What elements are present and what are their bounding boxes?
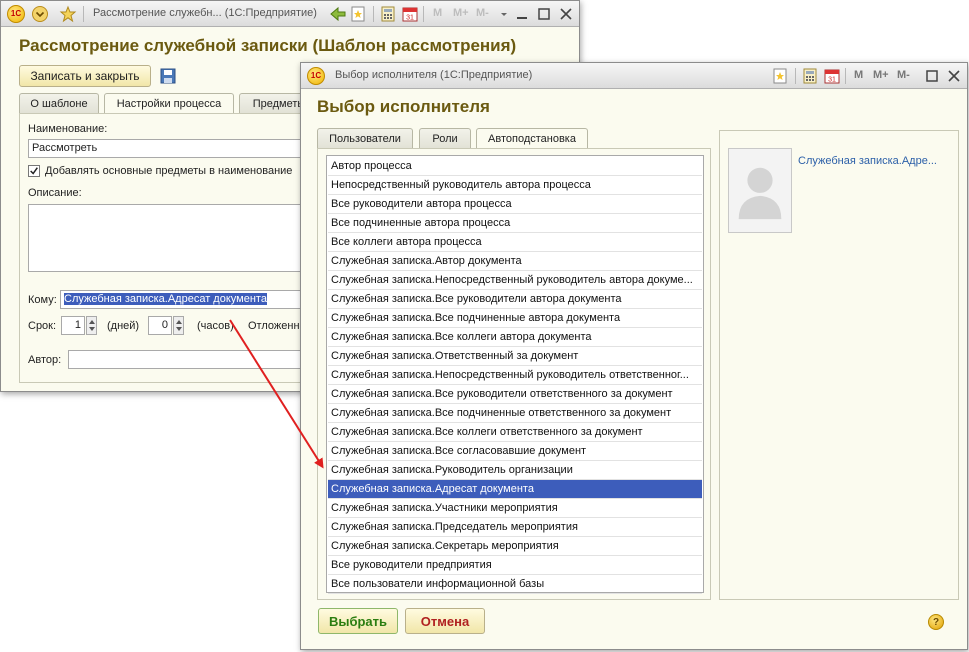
list-item[interactable]: Служебная записка.Все подчиненные ответс… (328, 404, 702, 423)
list-item[interactable]: Все руководители предприятия (328, 556, 702, 575)
maximize-icon[interactable] (923, 67, 941, 85)
list-item[interactable]: Служебная записка.Все подчиненные автора… (328, 309, 702, 328)
background-window-title: Рассмотрение служебн... (1С:Предприятие) (93, 7, 317, 19)
list-item[interactable]: Служебная записка.Непосредственный руков… (328, 366, 702, 385)
auto-substitution-panel: Автор процесса Непосредственный руководит… (317, 148, 711, 600)
list-item[interactable]: Служебная записка.Все коллеги ответствен… (328, 423, 702, 442)
list-item[interactable]: Служебная записка.Адресат документа (328, 480, 702, 499)
to-field-value: Служебная записка.Адресат документа (64, 293, 267, 305)
svg-text:31: 31 (406, 15, 414, 22)
favorites-list-icon[interactable] (349, 5, 367, 23)
tab-about-template[interactable]: О шаблоне (19, 93, 99, 113)
executor-heading: Выбор исполнителя (317, 97, 490, 116)
name-label: Наименование: (28, 123, 108, 135)
cancel-button[interactable]: Отмена (405, 608, 485, 634)
tab-process-settings[interactable]: Настройки процесса (104, 93, 234, 114)
app-logo-icon: 1С (7, 5, 25, 23)
description-label: Описание: (28, 187, 82, 199)
list-item[interactable]: Все руководители автора процесса (328, 195, 702, 214)
svg-text:31: 31 (828, 77, 836, 84)
avatar (728, 148, 792, 233)
titlebar-separator (83, 6, 84, 22)
checkmark-icon (30, 167, 38, 175)
memory-minus-button[interactable]: M- (897, 69, 910, 81)
calculator-icon[interactable] (379, 5, 397, 23)
list-item[interactable]: Непосредственный руководитель автора про… (328, 176, 702, 195)
select-button[interactable]: Выбрать (318, 608, 398, 634)
list-item[interactable]: Все пользователи информационной базы (328, 575, 702, 594)
close-icon[interactable] (945, 67, 963, 85)
person-placeholder-icon (738, 167, 782, 220)
preview-link[interactable]: Служебная записка.Адре... (798, 155, 937, 167)
list-item[interactable]: Автор процесса (328, 157, 702, 176)
close-icon[interactable] (557, 5, 575, 23)
author-label: Автор: (28, 354, 62, 366)
titlebar-separator (845, 68, 846, 84)
chevron-down-icon[interactable] (495, 5, 513, 23)
preview-panel: Служебная записка.Адре... (719, 130, 959, 600)
minimize-icon[interactable] (513, 5, 531, 23)
list-item[interactable]: Все подчиненные автора процесса (328, 214, 702, 233)
calendar-icon[interactable]: 31 (823, 67, 841, 85)
app-logo-icon: 1С (307, 67, 325, 85)
calendar-icon[interactable]: 31 (401, 5, 419, 23)
to-label: Кому: (28, 294, 57, 306)
substitution-list[interactable]: Автор процесса Непосредственный руководит… (326, 155, 704, 594)
list-item[interactable]: Служебная записка.Непосредственный руков… (328, 271, 702, 290)
list-item[interactable]: Служебная записка.Ответственный за докум… (328, 347, 702, 366)
maximize-icon[interactable] (535, 5, 553, 23)
menu-dropdown-icon[interactable] (31, 5, 49, 23)
tab-users[interactable]: Пользователи (317, 128, 413, 148)
page-title: Рассмотрение служебной записки (Шаблон р… (19, 36, 517, 55)
list-item[interactable]: Служебная записка.Все руководители автор… (328, 290, 702, 309)
save-and-close-button[interactable]: Записать и закрыть (19, 65, 151, 87)
memory-button[interactable]: M (854, 69, 863, 81)
titlebar-separator (423, 6, 424, 22)
save-icon[interactable] (159, 67, 177, 85)
add-subjects-label: Добавлять основные предметы в наименован… (45, 165, 293, 177)
executor-selection-window: 1С Выбор исполнителя (1С:Предприятие) 31… (300, 62, 968, 650)
list-item[interactable]: Все коллеги автора процесса (328, 233, 702, 252)
memory-minus-button[interactable]: M- (476, 7, 489, 19)
list-item[interactable]: Служебная записка.Все коллеги автора док… (328, 328, 702, 347)
add-subjects-checkbox[interactable] (28, 165, 40, 177)
background-titlebar: 1С Рассмотрение служебн... (1С:Предприят… (1, 1, 579, 27)
hours-label: (часов) (197, 320, 234, 332)
days-label: (дней) (107, 320, 140, 332)
days-input[interactable]: 1 (61, 316, 85, 335)
list-item[interactable]: Служебная записка.Автор документа (328, 252, 702, 271)
favorite-star-icon[interactable] (771, 67, 789, 85)
help-icon[interactable]: ? (928, 614, 944, 630)
calculator-icon[interactable] (801, 67, 819, 85)
titlebar-separator (373, 6, 374, 22)
postponed-label: Отложенн (248, 320, 300, 332)
days-spinner[interactable] (86, 316, 97, 335)
list-item[interactable]: Служебная записка.Председатель мероприят… (328, 518, 702, 537)
tab-roles[interactable]: Роли (419, 128, 471, 148)
executor-titlebar: 1С Выбор исполнителя (1С:Предприятие) 31… (301, 63, 967, 89)
list-item[interactable]: Служебная записка.Руководитель организац… (328, 461, 702, 480)
list-item[interactable]: Служебная записка.Все руководители ответ… (328, 385, 702, 404)
navigate-icon[interactable] (329, 5, 347, 23)
list-item[interactable]: Служебная записка.Секретарь мероприятия (328, 537, 702, 556)
memory-button[interactable]: M (433, 7, 442, 19)
executor-window-title: Выбор исполнителя (1С:Предприятие) (335, 69, 533, 81)
titlebar-separator (795, 68, 796, 84)
list-item[interactable]: Служебная записка.Участники мероприятия (328, 499, 702, 518)
hours-spinner[interactable] (173, 316, 184, 335)
memory-plus-button[interactable]: M+ (873, 69, 889, 81)
list-item[interactable]: Служебная записка.Все согласовавшие доку… (328, 442, 702, 461)
memory-plus-button[interactable]: M+ (453, 7, 469, 19)
tab-auto-substitution[interactable]: Автоподстановка (476, 128, 588, 149)
favorite-star-icon[interactable] (59, 5, 77, 23)
hours-input[interactable]: 0 (148, 316, 172, 335)
term-label: Срок: (28, 320, 57, 332)
